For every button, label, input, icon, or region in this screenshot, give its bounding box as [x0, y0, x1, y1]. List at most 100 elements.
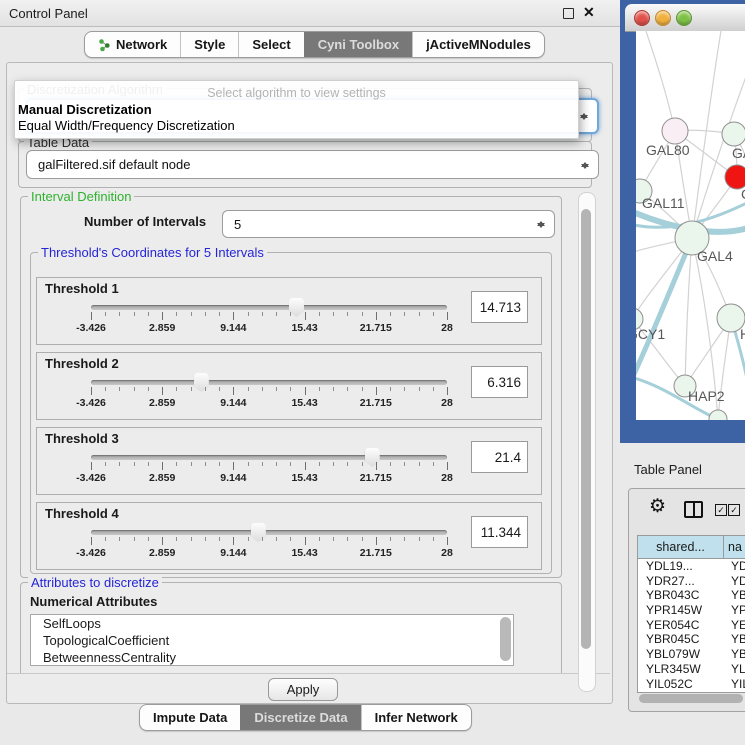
tab-impute-data[interactable]: Impute Data: [140, 705, 240, 730]
tick-mark: [290, 537, 291, 541]
checkbox-icon[interactable]: ✓: [715, 504, 727, 516]
tick-label: 2.859: [149, 547, 175, 559]
tab-select[interactable]: Select: [238, 32, 303, 57]
table-row[interactable]: YDR27...YDR2: [638, 574, 745, 589]
node-GAL80[interactable]: [662, 118, 688, 144]
threshold-value-field[interactable]: 6.316: [471, 366, 528, 398]
tick-label: 15.43: [291, 547, 317, 559]
node-label: C: [741, 186, 745, 202]
panel-scrollbar-track[interactable]: [578, 192, 596, 692]
threshold-slider-track[interactable]: [91, 530, 447, 535]
column-header[interactable]: shared...: [638, 536, 724, 558]
attribute-item[interactable]: TopologicalCoefficient: [31, 632, 513, 649]
node-unlabeled[interactable]: [709, 410, 727, 420]
tick-mark: [248, 462, 249, 466]
tick-mark: [205, 537, 206, 541]
table-row[interactable]: YPR145WYPR1: [638, 603, 745, 618]
tick-label: -3.426: [76, 472, 106, 484]
tick-mark: [134, 462, 135, 466]
node-label: GAL11: [642, 195, 685, 211]
tab-label: jActiveMNodules: [426, 37, 531, 52]
panel-scrollbar-thumb[interactable]: [581, 209, 591, 649]
zoom-light-icon[interactable]: [676, 10, 692, 26]
attribute-item[interactable]: SelfLoops: [31, 615, 513, 632]
tab-jactivemnodules[interactable]: jActiveMNodules: [412, 32, 544, 57]
attributes-group-title: Attributes to discretize: [28, 575, 162, 590]
tick-mark: [262, 387, 263, 391]
num-intervals-combobox[interactable]: 5: [222, 210, 555, 238]
network-window-titlebar[interactable]: [625, 4, 745, 32]
tick-label: 2.859: [149, 322, 175, 334]
tick-mark: [233, 462, 234, 470]
threshold-label: Threshold 1: [45, 281, 119, 296]
table-row[interactable]: YBL079WYBL0: [638, 647, 745, 662]
tab-label: Network: [116, 37, 167, 52]
table-cell: YIL052C: [638, 677, 724, 692]
threshold-value-field[interactable]: 21.4: [471, 441, 528, 473]
tick-mark: [119, 387, 120, 391]
table-row[interactable]: YDL19...YDL1: [638, 559, 745, 574]
tick-mark: [191, 387, 192, 391]
tick-mark: [219, 312, 220, 316]
tick-mark: [447, 537, 448, 545]
numerical-attributes-label: Numerical Attributes: [30, 594, 157, 609]
network-icon: [98, 38, 111, 52]
tab-infer-network[interactable]: Infer Network: [361, 705, 471, 730]
tick-mark: [390, 387, 391, 391]
popup-option-equal-width-frequency[interactable]: Equal Width/Frequency Discretization: [18, 118, 575, 133]
tab-style[interactable]: Style: [180, 32, 238, 57]
numerical-attributes-list[interactable]: SelfLoopsTopologicalCoefficientBetweenne…: [30, 614, 514, 666]
threshold-value-field[interactable]: 11.344: [471, 516, 528, 548]
tick-mark: [390, 462, 391, 466]
tab-network[interactable]: Network: [85, 32, 180, 57]
tab-cyni-toolbox[interactable]: Cyni Toolbox: [304, 32, 412, 57]
tick-mark: [134, 387, 135, 391]
network-canvas[interactable]: GAL80GACGAL11GAL4GCY1HHAP2: [636, 31, 745, 420]
apply-button[interactable]: Apply: [268, 678, 338, 701]
tick-mark: [176, 387, 177, 391]
popup-option-manual-discretization[interactable]: Manual Discretization: [18, 102, 575, 117]
gear-icon[interactable]: ⚙: [649, 497, 666, 516]
close-icon[interactable]: ✕: [583, 4, 595, 21]
minimize-light-icon[interactable]: [655, 10, 671, 26]
table-row[interactable]: YIL052CYIL0: [638, 677, 745, 692]
tick-mark: [205, 312, 206, 316]
close-light-icon[interactable]: [634, 10, 650, 26]
table-row[interactable]: YBR045CYBR0: [638, 632, 745, 647]
columns-icon[interactable]: [684, 501, 703, 518]
threshold-slider-track[interactable]: [91, 305, 447, 310]
tab-label: Select: [252, 37, 290, 52]
table-header-row: shared... na: [638, 536, 745, 559]
tick-mark: [333, 312, 334, 316]
threshold-slider-track[interactable]: [91, 380, 447, 385]
table-row[interactable]: YLR345WYLR3: [638, 662, 745, 677]
tick-mark: [219, 387, 220, 391]
table-row[interactable]: YER054CYER0: [638, 618, 745, 633]
threshold-value-field[interactable]: 14.713: [471, 291, 528, 323]
table-row[interactable]: YBR043CYBR0: [638, 588, 745, 603]
node-table[interactable]: shared... na YDL19...YDL1YDR27...YDR2YBR…: [637, 535, 745, 693]
tick-label: 28: [441, 472, 453, 484]
attribute-item[interactable]: BetweennessCentrality: [31, 649, 513, 666]
tab-discretize-data[interactable]: Discretize Data: [240, 705, 360, 730]
table-cell: YBL0: [724, 647, 745, 662]
tick-mark: [447, 387, 448, 395]
tick-label: 9.144: [220, 472, 246, 484]
float-window-icon[interactable]: [563, 8, 574, 19]
tab-label: Impute Data: [153, 710, 227, 725]
table-hscrollbar-thumb[interactable]: [639, 694, 743, 703]
tick-mark: [148, 387, 149, 391]
table-data-combobox[interactable]: galFiltered.sif default node: [26, 150, 599, 179]
node-label: GCY1: [636, 326, 665, 342]
tick-label: 28: [441, 322, 453, 334]
tick-mark: [404, 387, 405, 391]
threshold-label: Threshold 2: [45, 356, 119, 371]
threshold-slider-track[interactable]: [91, 455, 447, 460]
node-GA[interactable]: [722, 122, 745, 146]
checkbox-icon[interactable]: ✓: [728, 504, 740, 516]
node-label: GA: [732, 145, 745, 161]
tick-label: 21.715: [360, 472, 392, 484]
tick-mark: [390, 312, 391, 316]
list-scrollbar-thumb[interactable]: [500, 617, 511, 661]
column-header[interactable]: na: [724, 536, 745, 558]
